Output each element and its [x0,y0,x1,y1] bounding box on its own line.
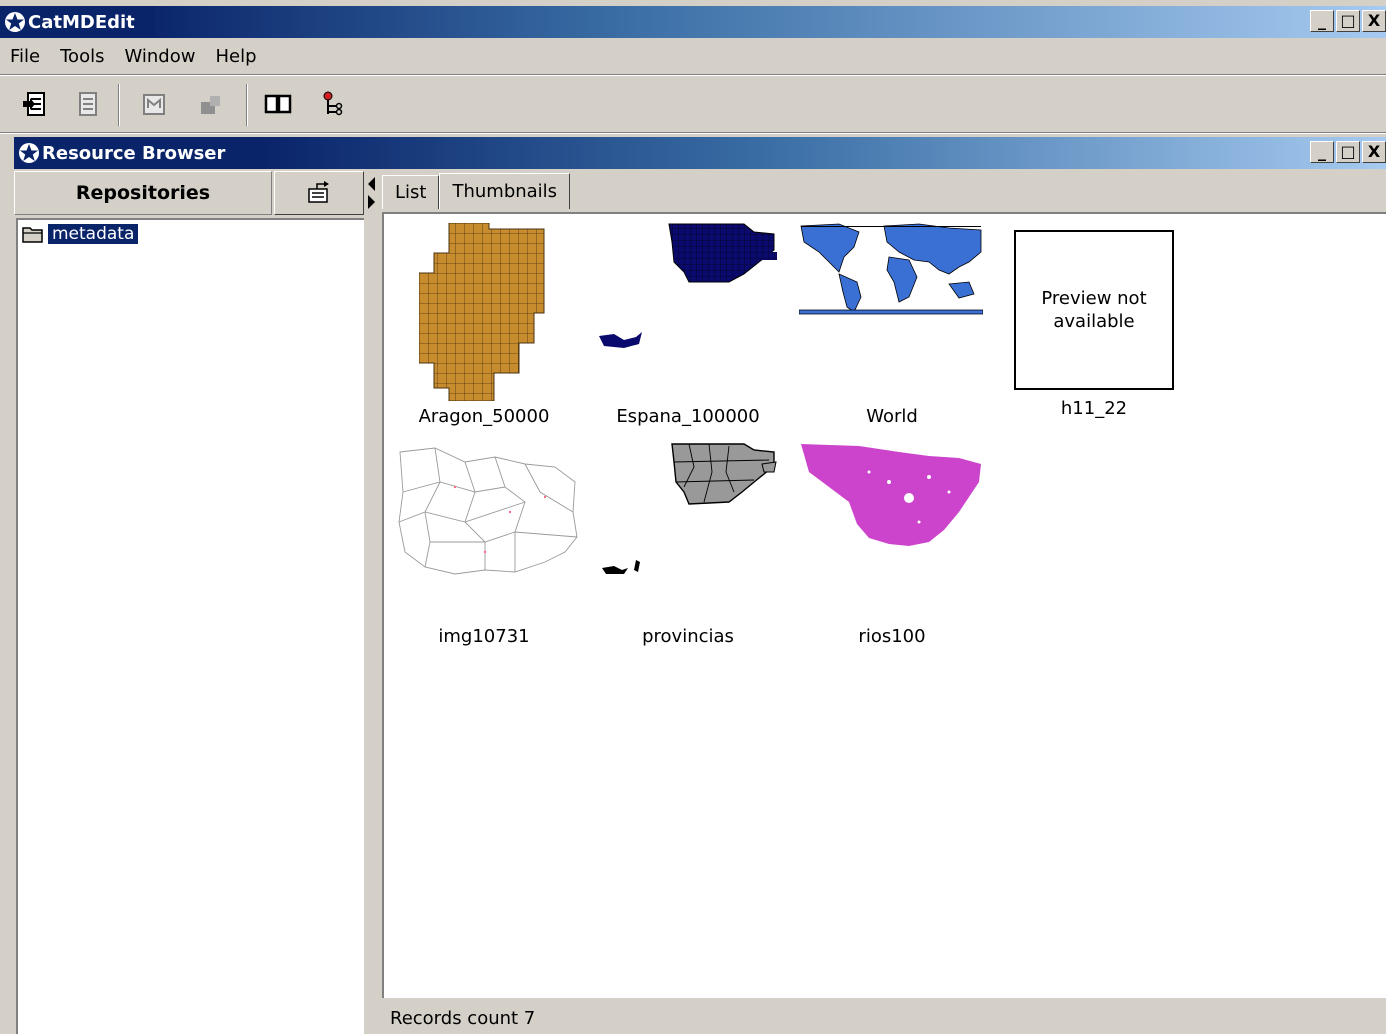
tree-button[interactable] [314,86,350,122]
thumbnail-img10731[interactable] [394,442,580,582]
browser-maximize-button[interactable]: □ [1336,141,1360,163]
thumbnail-image [599,223,777,348]
repositories-panel: Repositories metadata [14,171,366,1034]
menu-tools[interactable]: Tools [50,46,114,67]
maximize-button[interactable]: □ [1336,10,1360,32]
thumbnail-label: rios100 [858,626,926,647]
export-icon [79,92,97,116]
tree-item-label: metadata [48,224,139,244]
close-button[interactable]: X [1362,10,1386,32]
tree-icon [323,91,343,116]
import-button[interactable] [18,86,54,122]
toolbar-separator [118,84,120,126]
toolbar-divider [0,132,1386,134]
thumbnail-label: Aragon_50000 [418,406,550,427]
thumbnail-rios100[interactable] [798,442,984,552]
thumbnail-image [398,447,578,575]
thumbnail-provincias[interactable] [594,442,784,582]
minimize-button[interactable]: _ [1310,10,1334,32]
browser-window-buttons: _ □ X [1310,141,1386,163]
menu-window[interactable]: Window [114,46,205,67]
thumbnail-label: World [866,406,918,427]
status-bar: Records count 7 [390,1007,536,1029]
export-button[interactable] [70,86,106,122]
browser-star-icon [19,143,39,163]
app-title-bar[interactable]: CatMDEdit _ □ X [0,6,1386,38]
edit-icon [201,96,220,114]
thumbnail-label: Espana_100000 [616,406,760,427]
panel-splitter[interactable] [366,171,380,1034]
metadata-icon [143,94,165,115]
edit-button[interactable] [192,86,228,122]
toolbar-separator [246,84,248,126]
collapse-left-icon[interactable] [368,177,375,191]
menu-bar: File Tools Window Help [0,40,1386,72]
preview-not-available-text: Preview not available [1041,288,1147,332]
thumbnails-view: Aragon_50000 Espana_100000 World Preview… [382,212,1386,998]
thumbnail-image [419,223,545,401]
browser-title-bar[interactable]: Resource Browser _ □ X [14,137,1386,169]
thumbnail-espana[interactable] [594,222,784,402]
metadata-button[interactable] [136,86,172,122]
open-folder-icon [308,181,329,203]
repositories-header: Repositories [14,171,272,215]
browser-close-button[interactable]: X [1362,141,1386,163]
tab-thumbnails[interactable]: Thumbnails [439,173,571,209]
repository-tree: metadata [16,218,364,1034]
browser-minimize-button[interactable]: _ [1310,141,1334,163]
app-title: CatMDEdit [28,11,135,33]
book-icon [264,94,292,114]
thumbnail-world[interactable] [798,222,984,402]
expand-right-icon[interactable] [368,195,375,209]
book-button[interactable] [260,86,296,122]
thumbnail-h11-22[interactable]: Preview not available [1014,230,1174,390]
app-star-icon [5,12,25,32]
menu-divider [0,74,1386,76]
toolbar [0,80,1386,132]
thumbnail-label: img10731 [438,626,530,647]
menu-file[interactable]: File [0,46,50,67]
folder-icon [22,227,43,243]
import-icon [23,92,45,116]
thumbnail-label: h11_22 [1060,398,1128,419]
app-window-buttons: _ □ X [1310,10,1386,32]
menu-help[interactable]: Help [205,46,266,67]
thumbnail-aragon[interactable] [394,222,574,402]
thumbnail-label: provincias [642,626,734,647]
tab-list[interactable]: List [382,175,440,209]
thumbnail-image [801,444,981,546]
repository-action-button[interactable] [274,171,364,215]
view-tabs: List Thumbnails [382,173,571,211]
browser-title: Resource Browser [42,142,226,164]
thumbnail-image [602,443,777,574]
thumbnail-image [799,223,983,315]
tree-item-metadata[interactable]: metadata [22,224,139,244]
